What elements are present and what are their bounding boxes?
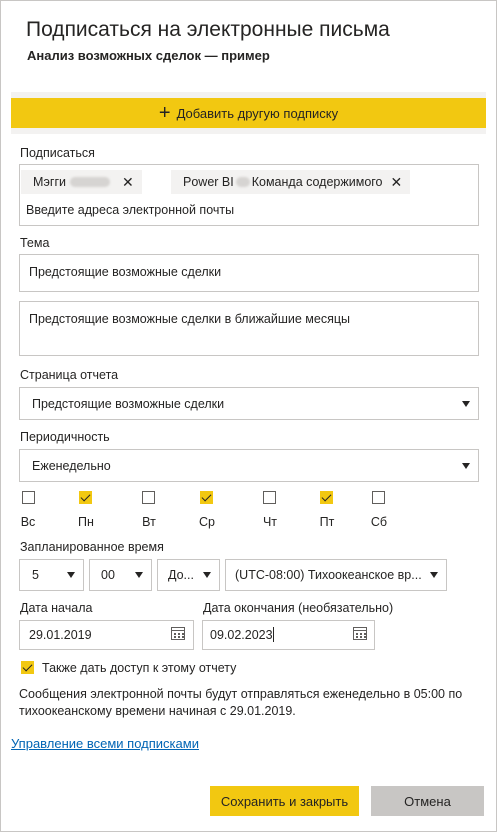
- calendar-icon[interactable]: [171, 627, 185, 640]
- recipient-name-suffix: Команда содержимого: [251, 175, 383, 189]
- start-date-label: Дата начала: [20, 601, 93, 615]
- day-label: Пн: [78, 515, 94, 529]
- minute-select[interactable]: [89, 559, 152, 591]
- dialog-title: Подписаться на электронные письма: [26, 18, 390, 41]
- day-checkbox-sun[interactable]: [22, 491, 35, 504]
- message-value: Предстоящие возможные сделки в ближайшие…: [29, 312, 351, 326]
- scheduled-time-label: Запланированное время: [20, 540, 164, 554]
- day-checkbox-sat[interactable]: [372, 491, 385, 504]
- dropdown-arrow-icon: [462, 462, 470, 469]
- minute-value: 00: [101, 568, 115, 582]
- day-label: Ср: [199, 515, 215, 529]
- hour-value: 5: [32, 568, 39, 582]
- day-checkbox-thu[interactable]: [263, 491, 276, 504]
- day-label: Чт: [262, 515, 278, 529]
- day-label: Сб: [370, 515, 388, 529]
- dropdown-arrow-icon: [203, 572, 211, 578]
- share-access-label: Также дать доступ к этому отчету: [42, 661, 237, 675]
- dialog-subtitle: Анализ возможных сделок — пример: [27, 48, 270, 63]
- plus-icon: +: [158, 102, 171, 124]
- day-label: Вт: [142, 515, 156, 529]
- dropdown-arrow-icon: [67, 572, 75, 578]
- recipient-name-prefix: Power BI: [183, 175, 234, 189]
- add-subscription-label: Добавить другую подписку: [176, 105, 339, 121]
- remove-recipient-icon[interactable]: ✕: [391, 174, 403, 191]
- day-checkbox-tue[interactable]: [142, 491, 155, 504]
- subject-label: Тема: [20, 236, 50, 250]
- day-checkbox-wed[interactable]: [200, 491, 213, 504]
- recipient-chip: Мэгги ✕: [21, 170, 142, 194]
- calendar-icon[interactable]: [353, 627, 367, 640]
- save-and-close-button[interactable]: Сохранить и закрыть: [210, 786, 359, 816]
- email-input-placeholder[interactable]: Введите адреса электронной почты: [26, 203, 234, 217]
- end-date-value: 09.02.2023: [210, 628, 273, 642]
- schedule-note: Сообщения электронной почты будут отправ…: [19, 687, 463, 718]
- day-label: Вс: [20, 515, 36, 529]
- report-page-label: Страница отчета: [20, 368, 119, 382]
- frequency-label: Периодичность: [20, 430, 110, 444]
- recipient-name: Мэгги: [33, 175, 67, 189]
- subject-value: Предстоящие возможные сделки: [29, 265, 222, 279]
- day-checkbox-fri[interactable]: [320, 491, 333, 504]
- text-caret: [273, 627, 274, 642]
- timezone-value: (UTC-08:00) Тихоокеанское вр...: [235, 568, 422, 582]
- add-subscription-button[interactable]: + Добавить другую подписку: [11, 98, 486, 128]
- dropdown-arrow-icon: [430, 572, 438, 578]
- share-access-checkbox[interactable]: [21, 661, 34, 674]
- report-page-value: Предстоящие возможные сделки: [32, 397, 225, 411]
- frequency-value: Еженедельно: [32, 459, 111, 473]
- message-input[interactable]: [19, 301, 479, 356]
- day-checkbox-mon[interactable]: [79, 491, 92, 504]
- recipient-chip: Power BI Команда содержимого ✕: [171, 170, 411, 194]
- subscribe-label: Подписаться: [20, 146, 95, 160]
- day-label: Пт: [319, 515, 335, 529]
- start-date-value: 29.01.2019: [29, 628, 92, 642]
- redacted-text: [235, 177, 250, 187]
- manage-subscriptions-link[interactable]: Управление всеми подписками: [11, 736, 199, 751]
- dropdown-arrow-icon: [135, 572, 143, 578]
- remove-recipient-icon[interactable]: ✕: [122, 174, 134, 191]
- redacted-text: [70, 177, 111, 187]
- hour-select[interactable]: [19, 559, 84, 591]
- cancel-button[interactable]: Отмена: [371, 786, 484, 816]
- dropdown-arrow-icon: [462, 400, 470, 407]
- end-date-label: Дата окончания (необязательно): [203, 601, 394, 615]
- ampm-value: До...: [168, 568, 194, 582]
